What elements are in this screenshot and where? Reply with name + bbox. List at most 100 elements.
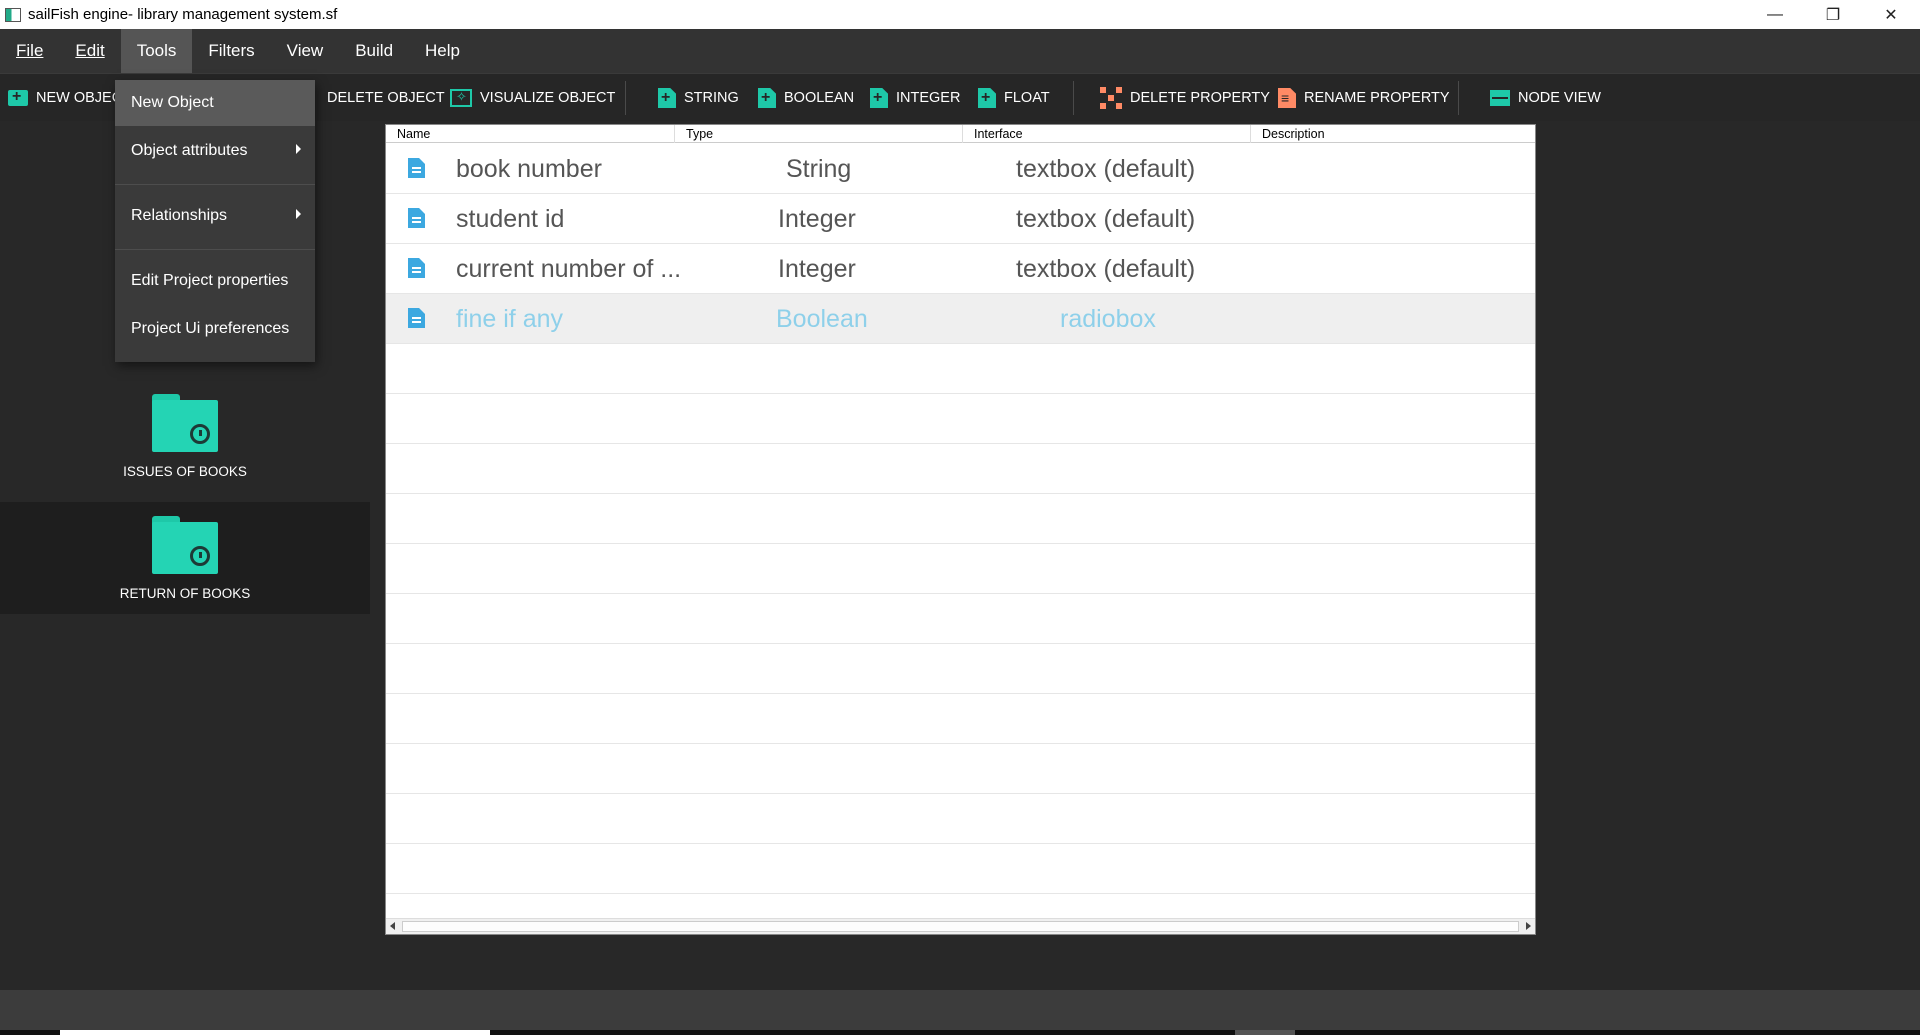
restore-button[interactable]: ❐ bbox=[1804, 0, 1862, 29]
cell-type: String bbox=[786, 155, 852, 183]
menu-item-label: Edit Project properties bbox=[131, 272, 289, 289]
menu-build-label: Build bbox=[355, 41, 394, 60]
visualize-icon bbox=[450, 89, 472, 107]
delete-object-button[interactable]: DELETE OBJECT bbox=[327, 84, 445, 112]
property-icon bbox=[408, 158, 425, 178]
add-string-button[interactable]: STRING bbox=[658, 84, 739, 112]
empty-row bbox=[386, 494, 1535, 544]
add-integer-label: INTEGER bbox=[896, 90, 961, 106]
rename-property-button[interactable]: RENAME PROPERTY bbox=[1278, 84, 1450, 112]
app-icon bbox=[5, 7, 21, 22]
menu-edit-label: Edit bbox=[75, 41, 105, 60]
delete-property-label: DELETE PROPERTY bbox=[1130, 90, 1270, 106]
add-boolean-label: BOOLEAN bbox=[784, 90, 855, 106]
empty-row bbox=[386, 394, 1535, 444]
cell-name: book number bbox=[456, 155, 602, 183]
column-header-type[interactable]: Type bbox=[675, 125, 963, 143]
cell-name: student id bbox=[456, 205, 565, 233]
menu-item-project-ui-preferences[interactable]: Project Ui preferences bbox=[115, 306, 315, 352]
cell-type: Integer bbox=[778, 255, 856, 283]
table-row[interactable]: student id Integer textbox (default) bbox=[386, 194, 1535, 244]
scroll-left-icon[interactable] bbox=[390, 922, 395, 930]
add-float-label: FLOAT bbox=[1004, 90, 1050, 106]
menu-separator bbox=[115, 249, 315, 250]
menu-item-relationships[interactable]: Relationships bbox=[115, 193, 315, 239]
tools-dropdown-menu: New Object Object attributes Relationshi… bbox=[115, 80, 315, 362]
node-view-icon bbox=[1490, 90, 1510, 106]
menu-bar: File Edit Tools Filters View Build Help bbox=[0, 29, 1920, 73]
table-row[interactable]: current number of ... Integer textbox (d… bbox=[386, 244, 1535, 294]
add-string-label: STRING bbox=[684, 90, 739, 106]
cell-type: Integer bbox=[778, 205, 856, 233]
object-label: ISSUES OF BOOKS bbox=[123, 464, 247, 479]
empty-row bbox=[386, 444, 1535, 494]
property-icon bbox=[408, 258, 425, 278]
taskbar-strip bbox=[0, 1030, 1920, 1035]
menu-separator bbox=[115, 184, 315, 185]
cell-interface: textbox (default) bbox=[1016, 205, 1196, 233]
delete-property-icon bbox=[1100, 87, 1122, 109]
toolbar-separator bbox=[625, 81, 626, 115]
object-issues-of-books[interactable]: ISSUES OF BOOKS bbox=[0, 380, 370, 492]
menu-help-label: Help bbox=[425, 41, 460, 60]
close-button[interactable]: ✕ bbox=[1862, 0, 1920, 29]
menu-view-label: View bbox=[286, 41, 324, 60]
column-header-description[interactable]: Description bbox=[1251, 125, 1535, 143]
menu-filters[interactable]: Filters bbox=[192, 29, 270, 73]
menu-item-label: Object attributes bbox=[131, 142, 248, 159]
menu-tools-label: Tools bbox=[136, 41, 177, 60]
visualize-object-label: VISUALIZE OBJECT bbox=[480, 90, 616, 106]
menu-file-label: File bbox=[16, 41, 44, 60]
scrollbar-thumb[interactable] bbox=[402, 921, 1519, 932]
table-header: Name Type Interface Description bbox=[386, 125, 1535, 143]
add-integer-button[interactable]: INTEGER bbox=[870, 84, 960, 112]
new-object-icon bbox=[8, 88, 28, 106]
menu-view[interactable]: View bbox=[271, 29, 340, 73]
rename-property-icon bbox=[1278, 88, 1296, 108]
window-title: sailFish engine- library management syst… bbox=[28, 6, 338, 23]
delete-property-button[interactable]: DELETE PROPERTY bbox=[1100, 84, 1270, 112]
empty-row bbox=[386, 844, 1535, 894]
folder-clock-icon bbox=[152, 516, 218, 574]
new-object-button[interactable]: NEW OBJECT bbox=[8, 84, 131, 112]
menu-file[interactable]: File bbox=[0, 29, 59, 73]
menu-help[interactable]: Help bbox=[409, 29, 476, 73]
window-controls: — ❐ ✕ bbox=[1746, 0, 1920, 29]
cell-interface: textbox (default) bbox=[1016, 255, 1196, 283]
minimize-button[interactable]: — bbox=[1746, 0, 1804, 29]
title-bar: sailFish engine- library management syst… bbox=[0, 0, 1920, 29]
empty-row bbox=[386, 344, 1535, 394]
delete-object-label: DELETE OBJECT bbox=[327, 90, 445, 106]
table-row[interactable]: fine if any Boolean radiobox bbox=[386, 294, 1535, 344]
menu-item-new-object[interactable]: New Object bbox=[115, 80, 315, 126]
menu-item-object-attributes[interactable]: Object attributes bbox=[115, 128, 315, 174]
toolbar-separator bbox=[1073, 81, 1074, 115]
properties-table: Name Type Interface Description book num… bbox=[385, 124, 1536, 935]
object-label: RETURN OF BOOKS bbox=[119, 586, 251, 601]
node-view-button[interactable]: NODE VIEW bbox=[1490, 84, 1601, 112]
submenu-arrow-icon bbox=[296, 209, 301, 219]
column-header-name[interactable]: Name bbox=[386, 125, 675, 143]
menu-build[interactable]: Build bbox=[339, 29, 409, 73]
folder-clock-icon bbox=[152, 394, 218, 452]
cell-name: current number of ... bbox=[456, 255, 682, 283]
property-icon bbox=[408, 208, 425, 228]
menu-edit[interactable]: Edit bbox=[59, 29, 120, 73]
visualize-object-button[interactable]: VISUALIZE OBJECT bbox=[450, 84, 615, 112]
object-return-of-books[interactable]: RETURN OF BOOKS bbox=[0, 502, 370, 614]
menu-item-label: Project Ui preferences bbox=[131, 320, 290, 337]
table-row[interactable]: book number String textbox (default) bbox=[386, 144, 1535, 194]
empty-row bbox=[386, 544, 1535, 594]
menu-tools[interactable]: Tools bbox=[120, 29, 193, 73]
horizontal-scrollbar[interactable] bbox=[386, 918, 1535, 934]
scroll-right-icon[interactable] bbox=[1526, 922, 1531, 930]
menu-item-edit-project-properties[interactable]: Edit Project properties bbox=[115, 258, 315, 304]
add-boolean-button[interactable]: BOOLEAN bbox=[758, 84, 854, 112]
status-bar bbox=[0, 990, 1920, 1030]
column-header-interface[interactable]: Interface bbox=[963, 125, 1251, 143]
add-boolean-icon bbox=[758, 88, 776, 108]
empty-row bbox=[386, 794, 1535, 844]
cell-interface: textbox (default) bbox=[1016, 155, 1196, 183]
menu-item-label: Relationships bbox=[131, 207, 228, 224]
add-float-button[interactable]: FLOAT bbox=[978, 84, 1050, 112]
